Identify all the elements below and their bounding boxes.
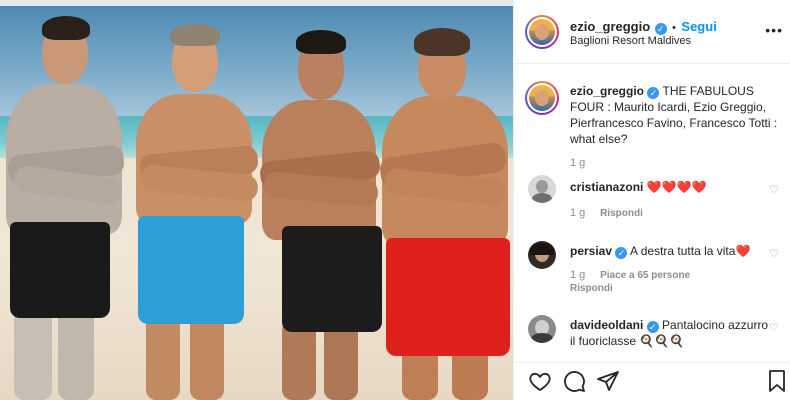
comment-item: davideoldani ✓ Pantalocino azzurro il fu…	[514, 315, 790, 358]
comment-username[interactable]: davideoldani	[570, 318, 643, 332]
comment-text: persiav ✓ A destra tutta la vita❤️	[570, 243, 769, 259]
comment-meta: 1 g Rispondi	[570, 207, 643, 219]
follow-button[interactable]: Segui	[681, 19, 716, 34]
comment-text: cristianazoni ❤️❤️❤️❤️	[570, 179, 769, 195]
caption-avatar[interactable]	[525, 81, 559, 115]
author-username[interactable]: ezio_greggio	[570, 19, 650, 34]
post-sidebar: ezio_greggio ✓ • Segui Baglioni Resort M…	[513, 0, 790, 400]
heart-icon[interactable]: ♡	[769, 247, 779, 260]
caption-meta: 1 g	[570, 157, 597, 169]
comment-time[interactable]: 1 g	[570, 207, 585, 219]
verified-badge-icon: ✓	[654, 23, 667, 35]
commenter-avatar[interactable]	[528, 175, 556, 203]
person-2	[130, 0, 260, 400]
post-header: ezio_greggio ✓ • Segui Baglioni Resort M…	[514, 0, 790, 64]
comment-likes[interactable]: Piace a 65 persone	[600, 270, 690, 281]
comment-item: persiav ✓ A destra tutta la vita❤️ 1 g P…	[514, 239, 790, 305]
comment-item: cristianazoni ❤️❤️❤️❤️ 1 g Rispondi ♡	[514, 175, 790, 233]
comment-username[interactable]: cristianazoni	[570, 180, 643, 194]
person-4	[378, 0, 513, 400]
comment-username[interactable]: persiav	[570, 244, 612, 258]
bookmark-icon[interactable]	[765, 369, 789, 393]
verified-badge-icon: ✓	[646, 321, 659, 333]
comment-body: ❤️❤️❤️❤️	[646, 180, 707, 194]
verified-badge-icon: ✓	[615, 247, 628, 259]
caption-username[interactable]: ezio_greggio	[570, 84, 644, 98]
heart-icon[interactable]	[528, 369, 552, 393]
comments-list[interactable]: ezio_greggio ✓ THE FABULOUS FOUR : Mauri…	[514, 65, 790, 358]
caption-time[interactable]: 1 g	[570, 157, 585, 169]
reply-button[interactable]: Rispondi	[570, 283, 613, 294]
header-separator: •	[672, 22, 676, 34]
comment-meta: 1 g Piace a 65 persone	[570, 269, 690, 281]
more-options-icon[interactable]: •••	[765, 22, 783, 38]
reply-button[interactable]: Rispondi	[600, 208, 643, 219]
comment-body: A destra tutta la vita❤️	[630, 244, 751, 258]
person-3	[258, 0, 382, 400]
share-icon[interactable]	[596, 369, 620, 393]
person-1	[0, 0, 130, 400]
caption-item: ezio_greggio ✓ THE FABULOUS FOUR : Mauri…	[514, 81, 790, 181]
commenter-avatar[interactable]	[528, 241, 556, 269]
comment-text: davideoldani ✓ Pantalocino azzurro il fu…	[570, 317, 769, 349]
heart-icon[interactable]: ♡	[769, 183, 779, 196]
commenter-avatar[interactable]	[528, 315, 556, 343]
post-photo[interactable]	[0, 0, 513, 400]
comment-icon[interactable]	[562, 369, 586, 393]
heart-icon[interactable]: ♡	[769, 321, 779, 334]
post-location[interactable]: Baglioni Resort Maldives	[570, 35, 691, 47]
post-actions	[514, 362, 790, 400]
author-avatar[interactable]	[525, 15, 559, 49]
verified-badge-icon: ✓	[647, 87, 660, 99]
caption-text: ezio_greggio ✓ THE FABULOUS FOUR : Mauri…	[570, 83, 783, 147]
comment-time[interactable]: 1 g	[570, 269, 585, 281]
